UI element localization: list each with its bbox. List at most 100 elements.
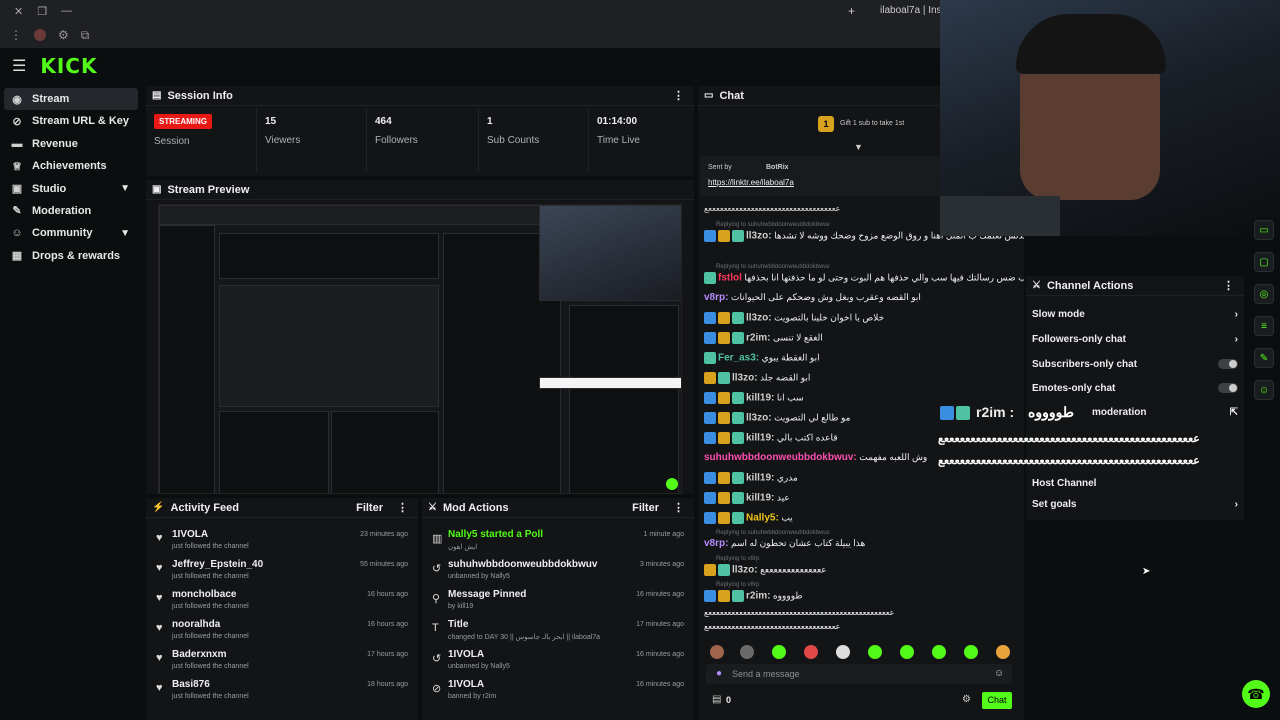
preview-nested-preview [219,285,439,407]
points-icon: ▤ [712,694,722,705]
preview-mod [331,411,439,493]
pinned-message[interactable]: Sent by BotRix https://linktr.ee/ilaboal… [700,156,940,196]
gear-icon[interactable]: ⚙ [962,694,971,705]
emote-icon[interactable] [900,645,914,659]
more-icon[interactable]: ⋮ [673,501,684,514]
emote-icon[interactable] [772,645,786,659]
sidebar-item-stream[interactable]: ◉ Stream [4,88,138,110]
pinned-link[interactable]: https://linktr.ee/ilaboal7a [708,178,794,187]
menu-icon[interactable]: ⋮ [10,28,22,42]
mod-filter-button[interactable]: Filter [632,502,659,514]
emote-icon[interactable] [868,645,882,659]
list-item: ⊘ 1IVOLA banned by r2im 16 minutes ago [432,679,684,700]
sidebar: ◉ Stream ⊘ Stream URL & Key ▬ Revenue ♕ Achi… [0,88,142,267]
stat-followers: 464 Followers [366,108,478,172]
preview-status-dot [666,478,678,490]
chat-message: ll3zo: خلاص يا اخوان خلينا بالتصويت [704,312,1024,324]
preview-activity [219,411,329,493]
help-icon[interactable]: ☎ [1242,680,1270,708]
broadcast-icon[interactable]: ◎ [1254,284,1274,304]
session-label: Session [154,136,190,147]
preview-actions [569,305,679,493]
preview-icon: ▣ [152,184,162,195]
chat-message: ll3zo: ابو القضه جلد [704,372,1024,384]
chat-message: Fer_as3: ابو الغقطة يبوي [704,352,1024,364]
chat-message: fstlol لا فيه سبب ضس رسالتك فيها سب والي… [704,272,1024,284]
heart-icon: ♥ [156,532,163,544]
wrench-icon: ✎ [12,205,22,218]
more-icon[interactable]: ⋮ [1223,279,1234,292]
chat-message: ll3zo: ععععععععععععععع [704,564,1024,576]
activity-filter-button[interactable]: Filter [356,502,383,514]
undo-icon: ↺ [432,563,442,575]
followers-only-button[interactable]: Followers-only chat › [1032,327,1238,351]
emote-icon[interactable] [932,645,946,659]
stream-preview-video[interactable] [158,204,682,494]
chevron-down-icon[interactable]: ▼ [854,142,863,152]
list-icon[interactable]: ≡ [1254,316,1274,336]
overlay-line-1: عععععععععععععععععععععععععععععععععععععععع… [938,433,1200,445]
chat-message-continued: ععععععععععععععععععععععععععععععععععع [704,622,841,631]
sidebar-item-achievements[interactable]: ♕ Achievements [4,155,138,177]
bolt-icon: ⚡ [152,502,165,513]
more-icon[interactable]: ⋮ [397,501,408,514]
chevron-right-icon: › [1234,498,1238,510]
set-goals-button[interactable]: Set goals › [1032,492,1238,516]
new-tab-icon[interactable]: + [848,4,855,18]
emote-icon[interactable] [964,645,978,659]
people-icon[interactable]: ☺ [1254,380,1274,400]
hamburger-icon[interactable]: ☰ [12,56,26,76]
emote-icon[interactable] [804,645,818,659]
pinned-label: Sent by [708,164,732,171]
tune-icon[interactable]: ⚙ [58,28,69,42]
emotes-only-toggle[interactable]: Emotes-only chat [1032,376,1238,400]
chat-bubble-icon[interactable]: ▢ [1254,252,1274,272]
sidebar-item-drops[interactable]: ▦ Drops & rewards [4,245,138,267]
emoji-icon[interactable]: ☺ [994,668,1004,679]
link-icon: ⊘ [12,115,22,128]
emote-icon[interactable] [836,645,850,659]
mic-icon[interactable]: ● [716,668,722,679]
sidebar-item-stream-url[interactable]: ⊘ Stream URL & Key [4,110,138,132]
badge-icon [956,406,970,420]
chevron-right-icon: › [1234,333,1238,345]
heart-icon: ♥ [156,652,163,664]
chat-input[interactable]: Send a message [706,664,1012,684]
streamer-hair [1016,14,1166,74]
gift-badge: 1 [818,116,834,132]
toggle-switch[interactable] [1218,383,1238,393]
money-icon: ▬ [11,137,23,150]
session-info-header: ▤ Session Info ⋮ [146,86,694,106]
sword-icon: ⚔ [428,502,437,513]
expand-icon[interactable]: ▭ [1254,220,1274,240]
emote-icon[interactable] [710,645,724,659]
overlay-user: r2im : [976,404,1015,420]
sidebar-item-community[interactable]: ☺ Community ▼ [4,222,138,244]
restore-icon[interactable]: ❐ [37,5,47,18]
extension-icon[interactable]: ⧉ [81,28,90,43]
sidebar-item-studio[interactable]: ▣ Studio ▼ [4,178,138,200]
emote-icon[interactable] [740,645,754,659]
toggle-switch[interactable] [1218,359,1238,369]
poll-icon: ▥ [432,533,443,545]
sidebar-item-revenue[interactable]: ▬ Revenue [4,133,138,155]
kick-logo[interactable]: KICK [40,54,97,78]
sword-icon: ⚔ [1032,280,1041,291]
wrench-icon[interactable]: ✎ [1254,348,1274,368]
more-icon[interactable]: ⋮ [673,89,684,102]
channel-actions-panel: ⚔ Channel Actions ⋮ Slow mode › Followers-o… [1026,276,1244,520]
points-count: 0 [726,695,732,705]
avatar[interactable] [34,29,46,41]
overlay-line-2: عععععععععععععععععععععععععععععععععععععععع… [938,455,1200,467]
subscribers-only-toggle[interactable]: Subscribers-only chat [1032,352,1238,376]
pinned-user[interactable]: BotRix [766,164,789,171]
close-icon[interactable]: ✕ [14,5,23,18]
chevron-down-icon: ▼ [120,227,130,239]
gift-banner[interactable]: Gift 1 sub to take 1st [840,120,904,127]
sidebar-item-moderation[interactable]: ✎ Moderation [4,200,138,222]
send-chat-button[interactable]: Chat [982,692,1012,709]
minimize-icon[interactable]: — [61,5,72,17]
list-item: ↺ 1IVOLA unbanned by Nally5 16 minutes ago [432,649,684,670]
slow-mode-button[interactable]: Slow mode › [1032,302,1238,326]
emote-icon[interactable] [996,645,1010,659]
